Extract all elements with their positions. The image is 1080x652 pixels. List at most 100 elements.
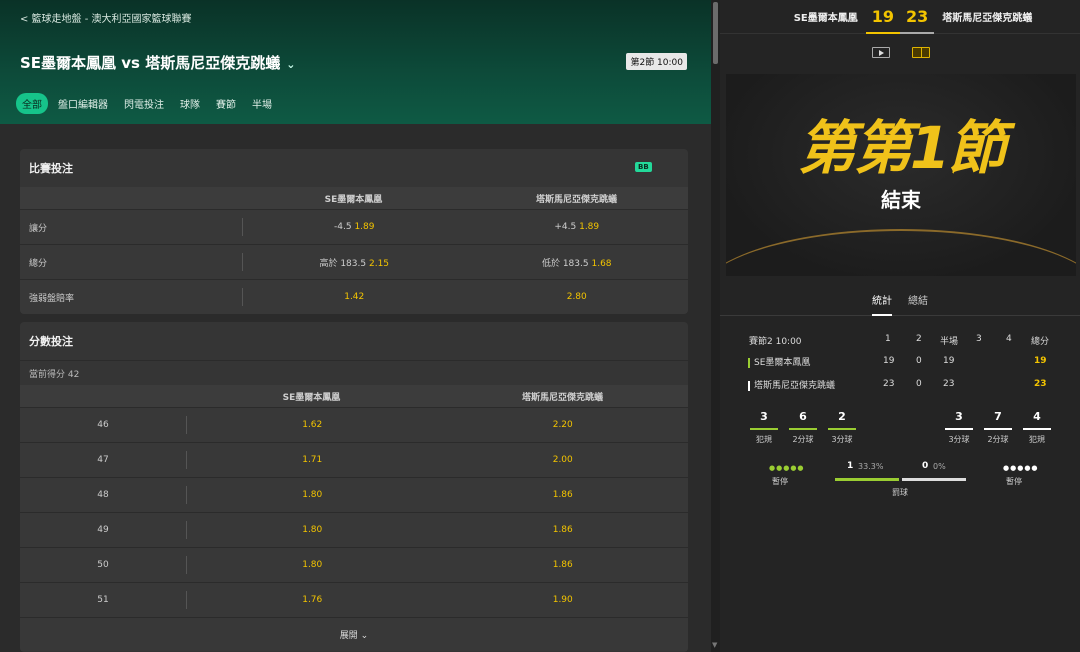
tab-quarters[interactable]: 賽節 — [210, 93, 242, 114]
ft-label: 罰球 — [892, 488, 908, 497]
odds-button[interactable]: 1.42 — [243, 292, 466, 302]
tab-teams[interactable]: 球隊 — [174, 93, 206, 114]
breadcrumb[interactable]: < 籃球走地盤 - 澳大利亞國家籃球聯賽 — [20, 10, 192, 25]
match-header: < 籃球走地盤 - 澳大利亞國家籃球聯賽 SE墨爾本鳳凰 vs 塔斯馬尼亞傑克跳… — [0, 0, 711, 124]
tab-all[interactable]: 全部 — [16, 93, 48, 114]
home-ft-made: 1 — [847, 461, 854, 471]
row-label: 讓分 — [29, 223, 48, 234]
odds-button[interactable]: 1.86 — [438, 525, 689, 535]
match-title[interactable]: SE墨爾本鳳凰 vs 塔斯馬尼亞傑克跳蟻 ⌄ — [20, 52, 295, 73]
line: 低於 183.5 — [541, 258, 589, 269]
odds-value: 2.80 — [566, 292, 587, 302]
tab-summary[interactable]: 總結 — [908, 292, 928, 307]
odds-button[interactable]: +4.5 1.89 — [466, 222, 689, 232]
tab-bet-builder[interactable]: 盤口編輯器 — [52, 93, 114, 114]
score-line-row: 50 1.80 1.86 — [20, 547, 688, 582]
period-end-banner: 第第1節 結束 — [726, 74, 1076, 276]
score-line-row: 47 1.71 2.00 — [20, 442, 688, 477]
odds-button[interactable]: 1.76 — [187, 595, 438, 605]
home-ft-pct: 33.3% — [858, 462, 884, 471]
away-2pt: 7 2分球 — [982, 410, 1014, 445]
odds-button[interactable]: 2.20 — [438, 420, 689, 430]
score-line-row: 51 1.76 1.90 — [20, 582, 688, 617]
odds-button[interactable]: 1.62 — [187, 420, 438, 430]
col-q3: 3 — [976, 334, 982, 344]
away-q2: 0 — [916, 379, 922, 389]
odds-button[interactable]: 1.71 — [187, 455, 438, 465]
court-icon[interactable] — [912, 47, 930, 58]
line: 高於 183.5 — [319, 258, 367, 269]
home-ft-bar — [835, 478, 899, 481]
score-line: 48 — [97, 490, 109, 500]
away-fouls: 4 犯規 — [1021, 410, 1053, 445]
odds-button[interactable]: 2.00 — [438, 455, 689, 465]
team-b-header: 塔斯馬尼亞傑克跳蟻 — [535, 194, 617, 205]
team-a-header: SE墨爾本鳳凰 — [282, 392, 341, 403]
current-score: 當前得分 42 — [20, 360, 688, 385]
away-q1: 23 — [883, 379, 895, 389]
tab-halves[interactable]: 半場 — [246, 93, 278, 114]
moneyline-row: 強弱盤賠率 1.42 2.80 — [20, 279, 688, 314]
odds-button[interactable]: 1.86 — [438, 490, 689, 500]
video-play-icon[interactable] — [872, 47, 890, 58]
scrollbar[interactable]: ▼ — [711, 0, 720, 652]
odds-value: 1.89 — [579, 222, 600, 232]
odds-button[interactable]: 1.80 — [187, 560, 438, 570]
scroll-down-icon[interactable]: ▼ — [712, 641, 717, 649]
odds-button[interactable]: 1.86 — [438, 560, 689, 570]
odds-button[interactable]: 1.80 — [187, 490, 438, 500]
team-a-header: SE墨爾本鳳凰 — [324, 194, 383, 205]
away-timeout-label: 暫停 — [1006, 477, 1022, 486]
away-3pt: 3 3分球 — [943, 410, 975, 445]
scroll-thumb[interactable] — [713, 2, 718, 64]
away-ft-pct: 0% — [933, 462, 946, 471]
match-bets-header[interactable]: 比賽投注 BB — [20, 149, 688, 187]
banner-title: 第第1節 — [797, 114, 1006, 182]
expand-button[interactable]: 展開 ⌄ — [20, 617, 688, 651]
away-half: 23 — [943, 379, 955, 389]
odds-button[interactable]: 1.80 — [187, 525, 438, 535]
score-bets-card: 分數投注 當前得分 42 SE墨爾本鳳凰 塔斯馬尼亞傑克跳蟻 46 1.62 2.2… — [20, 322, 688, 652]
home-timeout-label: 暫停 — [772, 477, 788, 486]
home-row-name: SE墨爾本鳳凰 — [748, 355, 810, 368]
line: +4.5 — [554, 222, 577, 232]
tab-stats[interactable]: 統計 — [872, 292, 892, 316]
home-score: 19 — [865, 7, 901, 34]
total-row: 總分 高於 183.5 2.15 低於 183.5 1.68 — [20, 244, 688, 279]
home-team: SE墨爾本鳳凰 — [793, 13, 858, 24]
score-line: 46 — [97, 420, 109, 430]
tab-flash-bet[interactable]: 閃電投注 — [118, 93, 170, 114]
odds-value: 2.15 — [368, 258, 390, 269]
odds-button[interactable]: 低於 183.5 1.68 — [466, 256, 689, 269]
home-q2: 0 — [916, 356, 922, 366]
away-total: 23 — [1034, 379, 1047, 389]
match-bets-card: 比賽投注 BB SE墨爾本鳳凰 塔斯馬尼亞傑克跳蟻 讓分 -4.5 1.89 +4… — [20, 149, 688, 314]
home-2pt: 6 2分球 — [787, 410, 819, 445]
home-half: 19 — [943, 356, 955, 366]
stats-tabs: 統計 總結 — [720, 290, 1080, 316]
odds-button[interactable]: -4.5 1.89 — [243, 222, 466, 232]
period-clock: 賽節2 10:00 — [749, 337, 802, 347]
score-bets-header[interactable]: 分數投注 — [20, 322, 688, 360]
score-line: 49 — [97, 525, 109, 535]
line: -4.5 — [334, 222, 352, 232]
score-line: 51 — [97, 595, 109, 605]
odds-button[interactable]: 2.80 — [466, 292, 689, 302]
chevron-down-icon[interactable]: ⌄ — [286, 58, 295, 71]
away-ft-bar — [902, 478, 966, 481]
col-q4: 4 — [1006, 334, 1012, 344]
odds-button[interactable]: 高於 183.5 2.15 — [243, 256, 466, 269]
handicap-row: 讓分 -4.5 1.89 +4.5 1.89 — [20, 209, 688, 244]
home-q1: 19 — [883, 356, 895, 366]
odds-button[interactable]: 1.90 — [438, 595, 689, 605]
score-line: 47 — [97, 455, 109, 465]
col-q1: 1 — [885, 334, 891, 344]
banner-subtitle: 結束 — [881, 188, 921, 212]
away-ft-made: 0 — [922, 461, 929, 471]
odds-value: 1.89 — [354, 222, 375, 232]
home-fouls: 3 犯規 — [748, 410, 780, 445]
column-header: SE墨爾本鳳凰 塔斯馬尼亞傑克跳蟻 — [20, 385, 688, 407]
media-toggles — [872, 47, 930, 58]
col-total: 總分 — [1031, 337, 1050, 347]
score-line: 50 — [97, 560, 109, 570]
